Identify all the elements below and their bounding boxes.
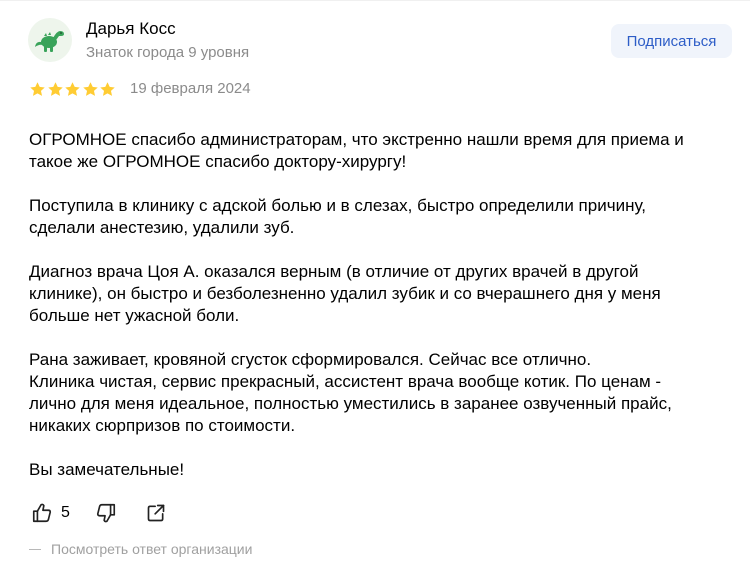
top-divider [0, 0, 750, 1]
review-paragraph: Рана заживает, кровяной сгусток сформиро… [29, 350, 672, 435]
author-name[interactable]: Дарья Косс [86, 19, 176, 39]
star-icon [100, 81, 115, 96]
rating-stars [29, 80, 117, 98]
review-paragraph: Поступила в клинику с адской болью и в с… [29, 196, 646, 237]
star-icon [30, 81, 45, 96]
share-button[interactable] [144, 501, 168, 525]
share-icon [147, 504, 165, 522]
avatar[interactable] [28, 18, 72, 62]
author-level: Знаток города 9 уровня [86, 44, 250, 61]
review-paragraph: Вы замечательные! [29, 460, 185, 479]
star-icon [65, 81, 80, 96]
subscribe-button[interactable]: Подписаться [611, 24, 732, 58]
review-paragraph: Диагноз врача Цоя А. оказался верным (в … [29, 262, 661, 325]
thumbs-down-icon [96, 503, 115, 523]
dinosaur-icon [35, 31, 64, 52]
star-icon [82, 81, 98, 96]
dislike-button[interactable] [94, 501, 118, 525]
dash-divider [29, 548, 41, 550]
like-count: 5 [61, 504, 70, 521]
review-actions: 5 [30, 500, 168, 526]
like-button[interactable] [30, 501, 54, 525]
thumbs-up-icon [32, 503, 52, 523]
review-text: ОГРОМНОЕ спасибо администраторам, что эк… [29, 129, 729, 503]
view-org-reply-link[interactable]: Посмотреть ответ организации [29, 541, 252, 557]
review-paragraph: ОГРОМНОЕ спасибо администраторам, что эк… [29, 130, 684, 171]
view-org-reply-label: Посмотреть ответ организации [51, 541, 253, 557]
star-icon [47, 81, 63, 96]
review-date: 19 февраля 2024 [130, 80, 251, 97]
